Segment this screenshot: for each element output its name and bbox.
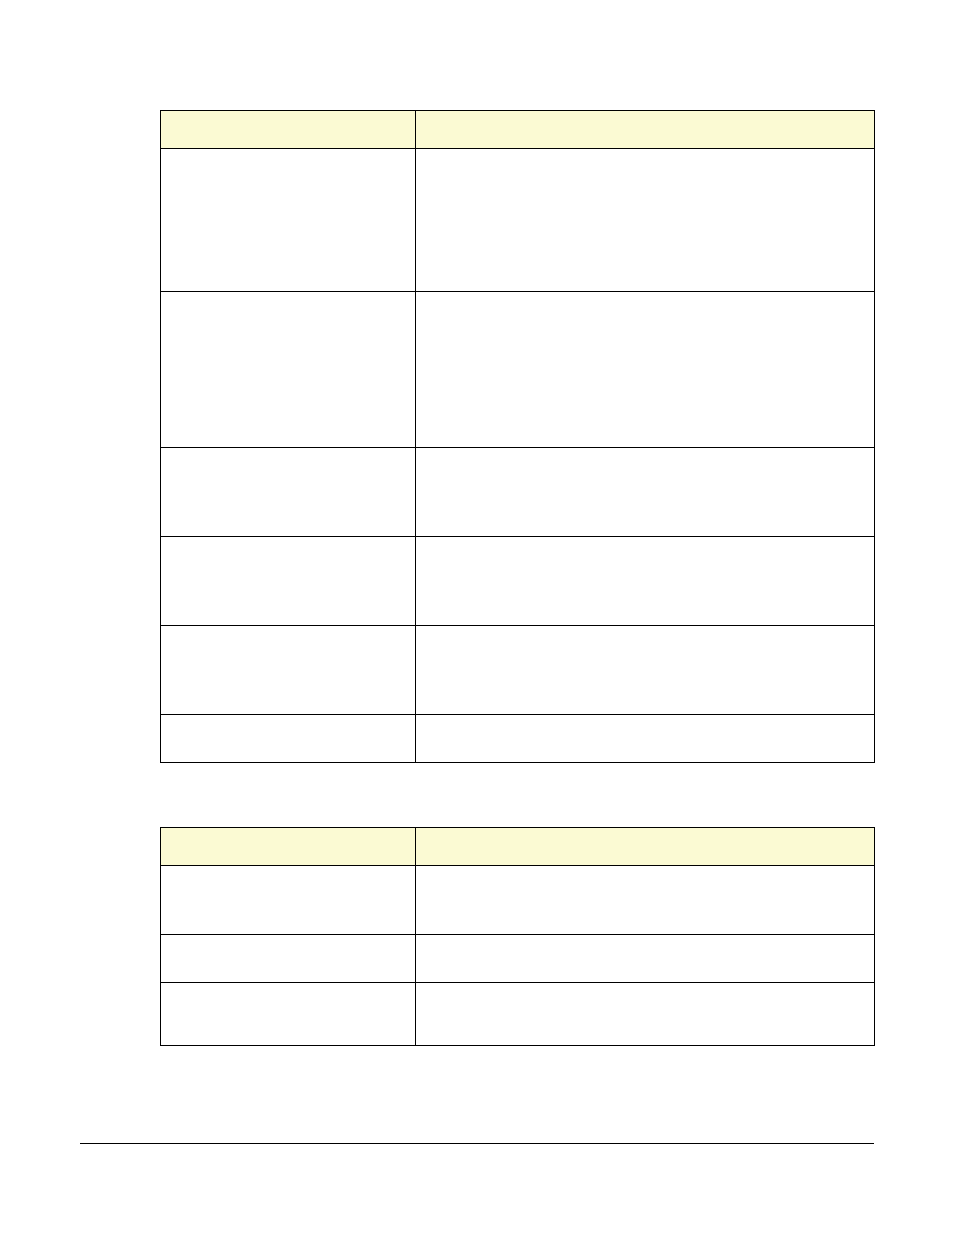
table-2-header-1	[416, 828, 875, 866]
table-row	[161, 292, 875, 448]
table-1-cell-3-0	[161, 537, 416, 626]
table-row	[161, 537, 875, 626]
table-1-cell-4-1	[416, 626, 875, 715]
table-row	[161, 983, 875, 1046]
footer-rule	[80, 1143, 874, 1144]
table-2-cell-2-1	[416, 983, 875, 1046]
table-1-header-1	[416, 111, 875, 149]
table-2-header-row	[161, 828, 875, 866]
table-2-cell-0-1	[416, 866, 875, 935]
table-1-header-0	[161, 111, 416, 149]
table-row	[161, 626, 875, 715]
table-1-cell-3-1	[416, 537, 875, 626]
table-1-cell-2-0	[161, 448, 416, 537]
table-1-cell-4-0	[161, 626, 416, 715]
table-2	[160, 827, 875, 1046]
table-2-cell-1-1	[416, 935, 875, 983]
table-2-cell-0-0	[161, 866, 416, 935]
table-row	[161, 715, 875, 763]
table-1-cell-1-0	[161, 292, 416, 448]
table-1	[160, 110, 875, 763]
table-2-cell-2-0	[161, 983, 416, 1046]
table-1-header-row	[161, 111, 875, 149]
table-1-cell-5-1	[416, 715, 875, 763]
table-1-cell-1-1	[416, 292, 875, 448]
table-row	[161, 149, 875, 292]
table-row	[161, 866, 875, 935]
table-2-cell-1-0	[161, 935, 416, 983]
table-1-cell-0-0	[161, 149, 416, 292]
table-1-cell-5-0	[161, 715, 416, 763]
table-row	[161, 448, 875, 537]
table-1-cell-0-1	[416, 149, 875, 292]
table-gap	[160, 763, 874, 827]
table-1-cell-2-1	[416, 448, 875, 537]
table-row	[161, 935, 875, 983]
table-2-header-0	[161, 828, 416, 866]
